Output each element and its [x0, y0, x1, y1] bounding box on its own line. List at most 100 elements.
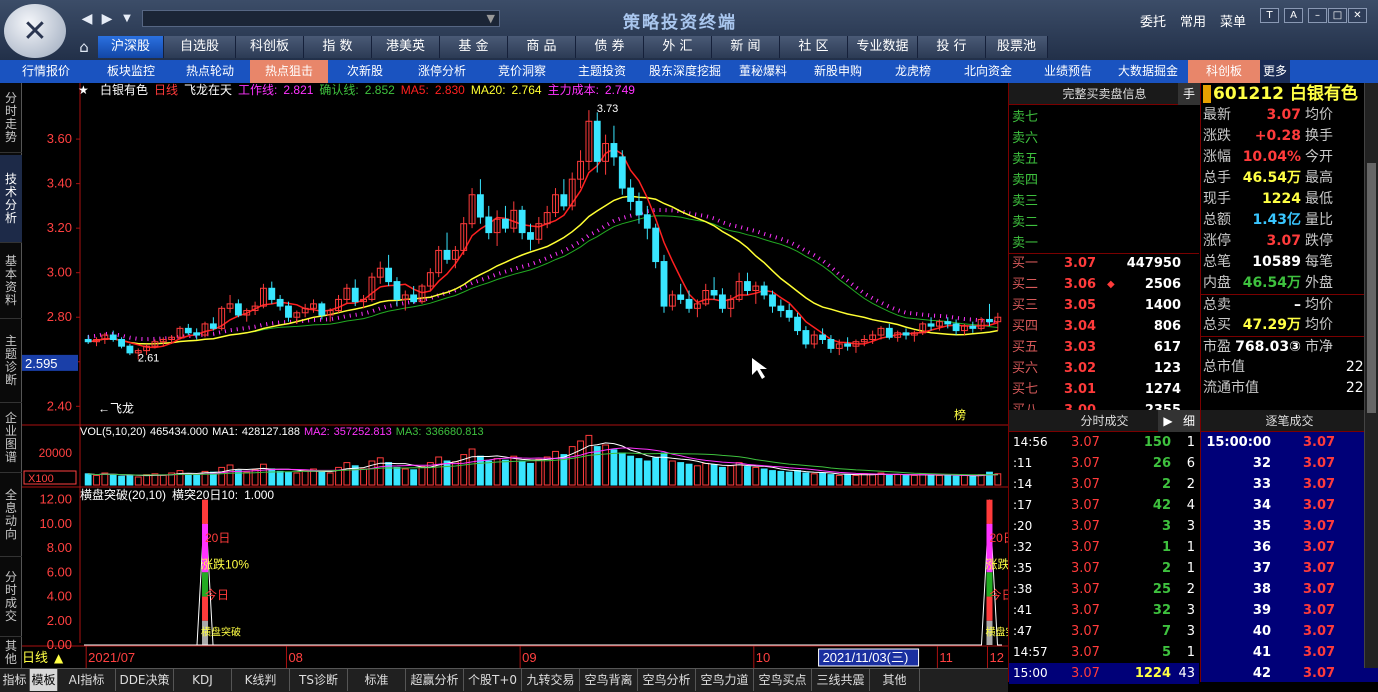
bottom-tab[interactable]: 空鸟背离: [580, 669, 638, 691]
back-icon[interactable]: ◀: [76, 10, 98, 28]
close-icon[interactable]: ✕: [1348, 8, 1367, 23]
candle-body[interactable]: [802, 330, 810, 345]
search-input[interactable]: ▼: [142, 10, 500, 27]
top-nav-item[interactable]: 新 闻: [712, 36, 780, 58]
sub-nav-item[interactable]: 股东深度挖掘: [642, 60, 728, 83]
bottom-tab[interactable]: 指标: [0, 669, 30, 691]
app-logo[interactable]: ✕: [4, 4, 66, 58]
sell-row[interactable]: 卖五: [1009, 149, 1199, 170]
tick-row[interactable]: :47 3.07 7 3: [1009, 621, 1199, 642]
candle-body[interactable]: [84, 338, 92, 343]
left-tab[interactable]: 技术分析: [0, 155, 22, 243]
top-nav-item[interactable]: 投 行: [918, 36, 986, 58]
buy-row[interactable]: 买五 3.03 617: [1009, 337, 1199, 358]
tick-row[interactable]: :35 3.07 2 1: [1009, 558, 1199, 579]
tick-row[interactable]: :11 3.07 26 6: [1009, 453, 1199, 474]
top-nav-item[interactable]: 专业数据: [848, 36, 918, 58]
bottom-tab[interactable]: 空鸟力道: [696, 669, 754, 691]
tick-row[interactable]: 14:56 3.07 150 1: [1009, 432, 1199, 453]
deal-row[interactable]: 40 3.07: [1201, 621, 1378, 642]
sell-row[interactable]: 卖三: [1009, 191, 1199, 212]
candle-body[interactable]: [819, 334, 826, 340]
candle-body[interactable]: [118, 338, 125, 347]
candle-body[interactable]: [276, 298, 284, 307]
left-tab[interactable]: 全息动向: [0, 473, 22, 557]
candle-body[interactable]: [769, 294, 776, 307]
candle-body[interactable]: [268, 287, 276, 300]
candle-body[interactable]: [885, 327, 893, 338]
candle-body[interactable]: [443, 249, 451, 260]
top-nav-item[interactable]: 社 区: [780, 36, 848, 58]
sub-nav-item[interactable]: 热点狙击: [250, 60, 328, 83]
deal-row[interactable]: 32 3.07: [1201, 453, 1378, 474]
left-tab[interactable]: 基本资料: [0, 243, 22, 319]
candle-body[interactable]: [986, 318, 993, 323]
sell-row[interactable]: 卖二: [1009, 212, 1199, 233]
home-icon[interactable]: ⌂: [72, 36, 96, 58]
deal-row[interactable]: 39 3.07: [1201, 600, 1378, 621]
candle-body[interactable]: [518, 209, 526, 234]
tick-row[interactable]: :20 3.07 3 3: [1009, 516, 1199, 537]
entrust-link[interactable]: 委托: [1140, 11, 1166, 30]
sell-row[interactable]: 卖一: [1009, 233, 1199, 254]
bottom-tab[interactable]: 九转交易: [522, 669, 580, 691]
scroll-thumb[interactable]: [1367, 163, 1376, 413]
buy-row[interactable]: 买三 3.05 1400: [1009, 295, 1199, 316]
candle-body[interactable]: [385, 267, 393, 283]
bottom-tab[interactable]: TS诊断: [290, 669, 348, 691]
bottom-tab[interactable]: 三线共震: [812, 669, 870, 691]
candle-body[interactable]: [285, 305, 292, 318]
candle-body[interactable]: [109, 334, 117, 340]
left-tab[interactable]: 企业图谱: [0, 403, 22, 473]
deal-row[interactable]: 15:00:00 3.07: [1201, 432, 1378, 453]
deal-row[interactable]: 33 3.07: [1201, 474, 1378, 495]
sub-nav-item[interactable]: 龙虎榜: [878, 60, 948, 83]
candle-body[interactable]: [209, 323, 217, 329]
font-icon[interactable]: A: [1284, 8, 1303, 23]
candle-body[interactable]: [635, 200, 643, 216]
top-nav-item[interactable]: 基 金: [440, 36, 508, 58]
candle-body[interactable]: [902, 332, 910, 336]
history-dropdown-icon[interactable]: ▼: [116, 10, 138, 28]
candle-body[interactable]: [193, 332, 201, 336]
candle-body[interactable]: [660, 261, 668, 307]
buy-row[interactable]: 买七 3.01 1274: [1009, 379, 1199, 400]
candle-body[interactable]: [719, 294, 726, 309]
buy-row[interactable]: 买二 3.06 ◆ 2506: [1009, 274, 1199, 295]
sub-nav-item[interactable]: 热点轮动: [170, 60, 250, 83]
bottom-tab[interactable]: 模板: [30, 669, 58, 691]
candle-body[interactable]: [927, 323, 935, 327]
forward-icon[interactable]: ▶: [96, 10, 118, 28]
top-nav-item[interactable]: 债 券: [576, 36, 644, 58]
candle-body[interactable]: [610, 143, 618, 158]
sub-nav-item[interactable]: 板块监控: [92, 60, 170, 83]
bottom-tab[interactable]: K线判: [232, 669, 290, 691]
candle-body[interactable]: [318, 303, 326, 316]
sell-row[interactable]: 卖六: [1009, 128, 1199, 149]
tick-row[interactable]: 15:00 3.07 1224 43: [1009, 663, 1199, 684]
sub-nav-item[interactable]: 董秘爆料: [728, 60, 798, 83]
sub-nav-item[interactable]: 次新股: [328, 60, 402, 83]
candle-body[interactable]: [844, 343, 852, 347]
candle-body[interactable]: [685, 298, 693, 309]
candle-body[interactable]: [618, 156, 626, 189]
candle-body[interactable]: [777, 305, 785, 312]
top-nav-item[interactable]: 自选股: [164, 36, 236, 58]
candle-body[interactable]: [760, 285, 768, 296]
period-toggle-icon[interactable]: ▲: [54, 651, 64, 665]
candle-body[interactable]: [393, 281, 401, 300]
bottom-tab[interactable]: 空鸟买点: [754, 669, 812, 691]
candle-body[interactable]: [485, 216, 493, 234]
sub-nav-item[interactable]: 主题投资: [562, 60, 642, 83]
scrollbar[interactable]: [1364, 83, 1378, 668]
deal-row[interactable]: 42 3.07: [1201, 663, 1378, 684]
candle-body[interactable]: [969, 325, 977, 329]
sub-nav-item[interactable]: 涨停分析: [402, 60, 482, 83]
tick-row[interactable]: :38 3.07 25 2: [1009, 579, 1199, 600]
bottom-tab[interactable]: DDE决策: [116, 669, 174, 691]
bottom-tab[interactable]: 超赢分析: [406, 669, 464, 691]
bottom-tab[interactable]: KDJ: [174, 669, 232, 691]
deal-row[interactable]: 38 3.07: [1201, 579, 1378, 600]
tick-row[interactable]: 14:57 3.07 5 1: [1009, 642, 1199, 663]
sub-nav-item[interactable]: 北向资金: [948, 60, 1028, 83]
